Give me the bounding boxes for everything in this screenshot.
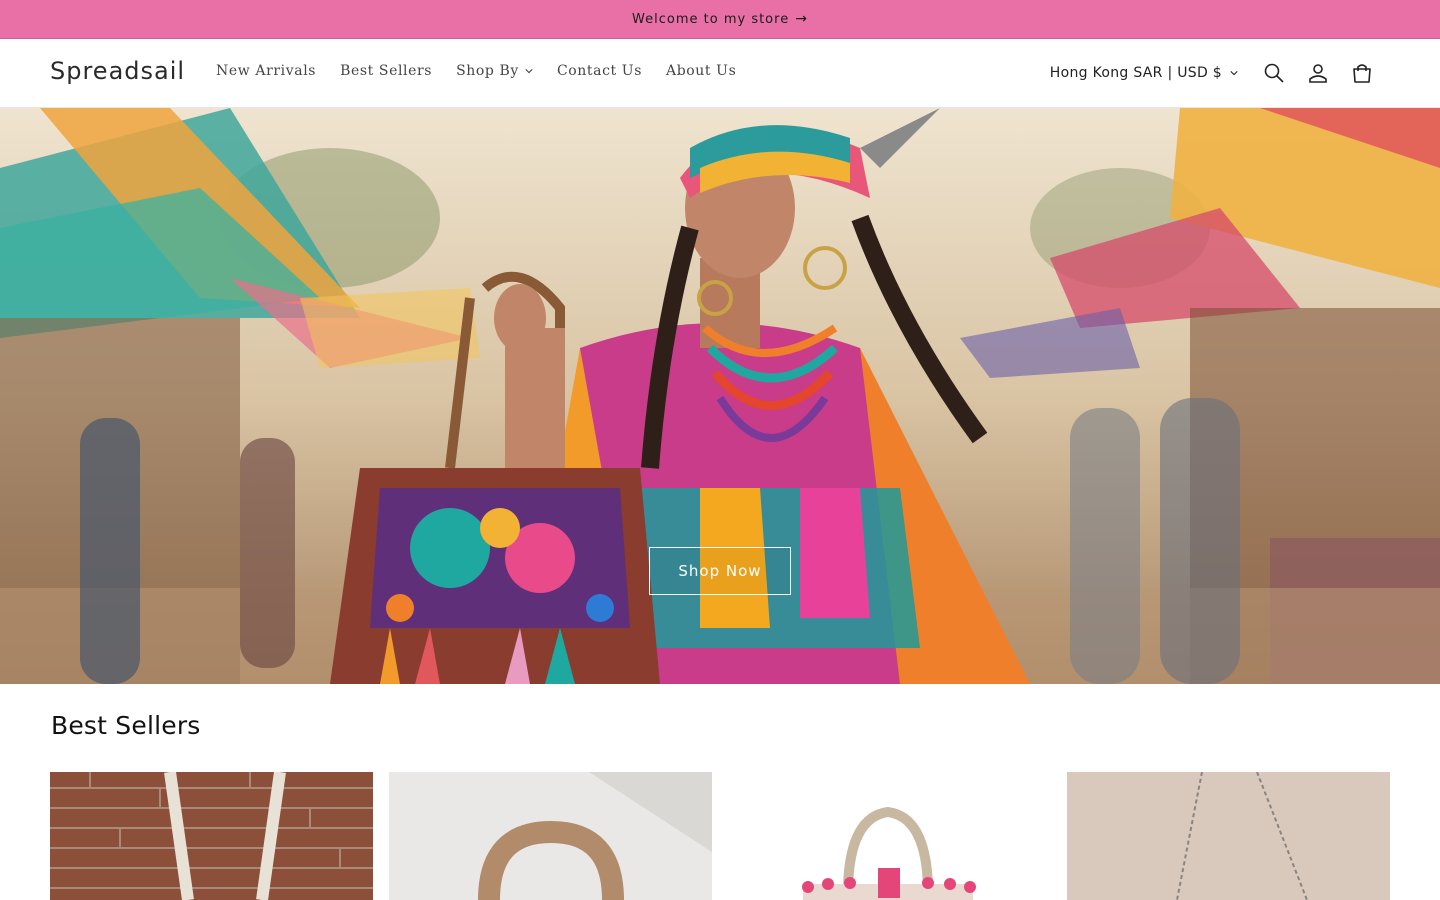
chevron-down-icon (1230, 71, 1238, 76)
chain-bag-image (1067, 772, 1390, 900)
currency-label: Hong Kong SAR | USD $ (1049, 65, 1222, 81)
nav-contact-us[interactable]: Contact Us (545, 63, 654, 79)
header-tools: Hong Kong SAR | USD $ (1050, 57, 1384, 89)
nav-label: About Us (665, 63, 737, 79)
wooden-handle-bag-image (389, 772, 712, 900)
hero-image (0, 108, 1440, 684)
nav-about-us[interactable]: About Us (654, 63, 748, 79)
product-card[interactable] (728, 772, 1051, 900)
shop-now-button[interactable]: Shop Now (649, 547, 791, 595)
account-button[interactable] (1296, 57, 1340, 89)
best-sellers-heading: Best Sellers (51, 711, 201, 740)
hero-banner: Shop Now (0, 108, 1440, 684)
arrow-right-icon: → (795, 11, 808, 27)
product-card[interactable] (1067, 772, 1390, 900)
product-card[interactable] (50, 772, 373, 900)
product-card[interactable] (389, 772, 712, 900)
nav-shop-by[interactable]: Shop By (444, 63, 545, 79)
nav-label: Contact Us (556, 63, 642, 79)
chevron-down-icon (525, 69, 533, 74)
product-grid (50, 772, 1390, 900)
announcement-bar[interactable]: Welcome to my store → (0, 0, 1440, 39)
nav-new-arrivals[interactable]: New Arrivals (204, 63, 328, 79)
nav-best-sellers[interactable]: Best Sellers (328, 63, 444, 79)
search-icon (1264, 63, 1284, 83)
nav-label: Shop By (456, 63, 519, 79)
main-nav: New Arrivals Best Sellers Shop By Contac… (204, 63, 748, 79)
pompom-tote-image (728, 772, 1051, 900)
announcement-text: Welcome to my store (632, 11, 790, 27)
nav-label: Best Sellers (340, 63, 433, 79)
woven-tote-image (50, 772, 373, 900)
store-logo[interactable]: Spreadsail (50, 57, 185, 85)
currency-selector[interactable]: Hong Kong SAR | USD $ (1050, 65, 1238, 81)
cart-button[interactable] (1340, 57, 1384, 89)
site-header: Spreadsail New Arrivals Best Sellers Sho… (0, 39, 1440, 108)
search-button[interactable] (1252, 57, 1296, 89)
nav-label: New Arrivals (216, 63, 317, 79)
cart-icon (1353, 64, 1371, 83)
account-icon (1309, 64, 1327, 83)
